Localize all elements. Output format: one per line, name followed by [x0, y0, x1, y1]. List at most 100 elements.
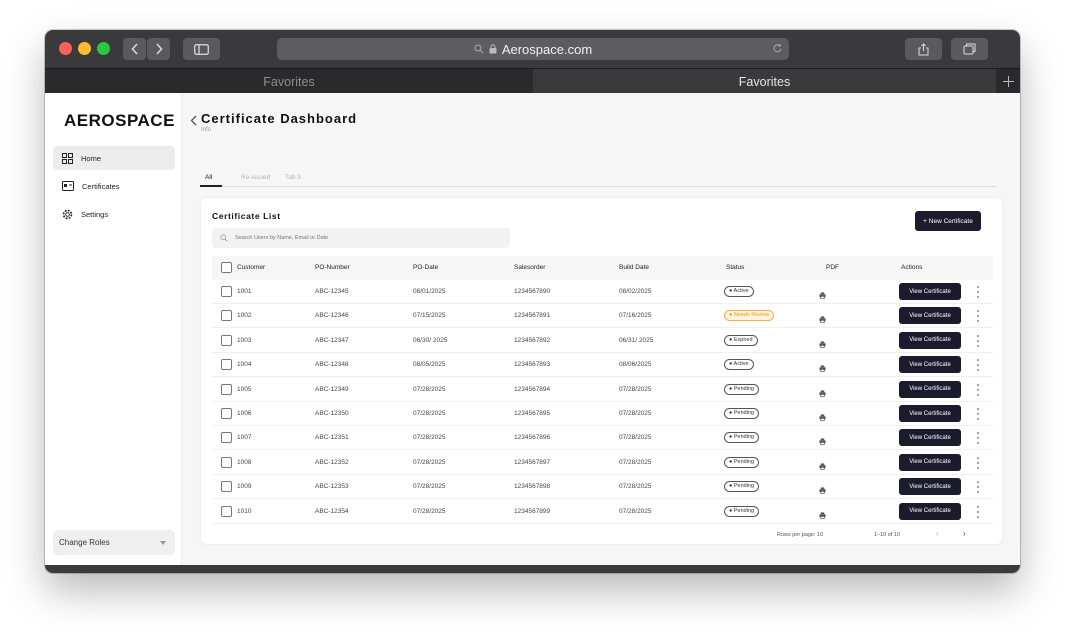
previous-page-button[interactable]: ‹ — [936, 529, 939, 538]
back-chevron-icon[interactable] — [190, 115, 197, 126]
print-pdf-icon[interactable] — [819, 481, 826, 499]
forward-button[interactable] — [147, 38, 170, 60]
tab-overview-button[interactable] — [951, 38, 988, 60]
sidebar-item-settings[interactable]: Settings — [53, 202, 175, 226]
table-row[interactable]: 1008 ABC-12352 07/28/2025 1234567897 07/28/2… — [212, 451, 993, 475]
salesorder-cell: 1234567894 — [514, 385, 551, 393]
view-certificate-button[interactable]: View Certificate — [899, 429, 961, 447]
view-certificate-button[interactable]: View Certificate — [899, 283, 961, 300]
browser-tab-2[interactable]: Favorites — [533, 69, 996, 94]
print-pdf-icon[interactable] — [819, 359, 826, 377]
view-certificate-button[interactable]: View Certificate — [899, 307, 961, 325]
share-icon — [918, 42, 929, 55]
view-certificate-button[interactable]: View Certificate — [899, 405, 961, 422]
view-certificate-button[interactable]: View Certificate — [899, 356, 961, 374]
print-pdf-icon[interactable] — [819, 506, 826, 524]
row-checkbox[interactable] — [221, 334, 232, 346]
row-checkbox[interactable] — [221, 505, 232, 517]
row-checkbox[interactable] — [221, 310, 232, 322]
column-header-customer[interactable]: Customer — [237, 264, 265, 271]
status-badge: ● Pending — [724, 383, 760, 395]
view-certificate-button[interactable]: View Certificate — [899, 478, 961, 496]
chevron-left-icon — [130, 43, 138, 55]
view-certificate-button[interactable]: View Certificate — [899, 331, 961, 349]
row-checkbox[interactable] — [221, 408, 232, 419]
print-pdf-icon[interactable] — [819, 432, 826, 450]
plus-icon — [1002, 76, 1014, 87]
table-row[interactable]: 1003 ABC-12347 06/30/ 2025 1234567892 06/31/… — [212, 329, 993, 353]
print-pdf-icon[interactable] — [819, 408, 826, 426]
print-pdf-icon[interactable] — [819, 310, 826, 328]
view-certificate-button[interactable]: View Certificate — [899, 453, 961, 471]
print-pdf-icon[interactable] — [819, 457, 826, 475]
table-row[interactable]: 1001 ABC-12345 08/01/2025 1234567890 08/02/2… — [212, 280, 993, 304]
column-header-salesorder[interactable]: Salesorder — [514, 264, 545, 271]
column-header-actions[interactable]: Actions — [901, 264, 922, 271]
maximize-window-button[interactable] — [97, 42, 110, 55]
salesorder-cell: 1234567892 — [514, 336, 551, 344]
po-date-cell: 07/28/2025 — [413, 458, 446, 466]
tab-3[interactable]: Tab 3 — [285, 174, 301, 181]
salesorder-cell: 1234567898 — [514, 483, 551, 491]
address-bar[interactable]: Aerospace.com — [277, 38, 789, 60]
sidebar-toggle-button[interactable] — [183, 38, 220, 60]
search-input[interactable]: Search Users by Name, Email or Date — [212, 228, 510, 248]
more-options-icon[interactable] — [976, 333, 980, 349]
table-row[interactable]: 1010 ABC-12354 07/28/2025 1234567899 07/28/2… — [212, 500, 993, 524]
po-date-cell: 07/28/2025 — [413, 507, 446, 515]
minimize-window-button[interactable] — [78, 42, 91, 55]
tab-reissued[interactable]: Re-issued — [241, 174, 270, 181]
more-options-icon[interactable] — [976, 479, 980, 495]
print-pdf-icon[interactable] — [819, 335, 826, 353]
print-pdf-icon[interactable] — [819, 286, 826, 304]
column-header-status[interactable]: Status — [726, 264, 744, 271]
column-header-po-number[interactable]: PO-Number — [315, 264, 350, 271]
tabs-icon — [963, 43, 976, 55]
column-header-po-date[interactable]: PO-Date — [413, 264, 438, 271]
back-button[interactable] — [123, 38, 146, 60]
row-checkbox[interactable] — [221, 383, 232, 395]
row-checkbox[interactable] — [221, 432, 232, 444]
sidebar-item-certificates[interactable]: Certificates — [53, 174, 175, 198]
print-pdf-icon[interactable] — [819, 384, 826, 402]
customer-cell: 1004 — [237, 361, 252, 369]
select-all-checkbox[interactable] — [221, 262, 232, 273]
view-certificate-button[interactable]: View Certificate — [899, 380, 961, 398]
table-row[interactable]: 1007 ABC-12351 07/28/2025 1234567896 07/28/2… — [212, 426, 993, 451]
table-row[interactable]: 1006 ABC-12350 07/28/2025 1234567895 07/28/2… — [212, 402, 993, 426]
row-checkbox[interactable] — [221, 286, 232, 297]
more-options-icon[interactable] — [976, 504, 980, 520]
browser-bottom-bar — [45, 565, 1020, 573]
change-roles-select[interactable]: Change Roles — [53, 530, 175, 555]
more-options-icon[interactable] — [976, 382, 980, 398]
table-row[interactable]: 1005 ABC-12349 07/28/2025 1234567894 07/28/2… — [212, 378, 993, 402]
column-header-build-date[interactable]: Build Date — [619, 264, 649, 271]
new-certificate-button[interactable]: + New Certificate — [915, 211, 981, 231]
customer-cell: 1003 — [237, 336, 252, 344]
row-checkbox[interactable] — [221, 359, 232, 371]
more-options-icon[interactable] — [976, 455, 980, 471]
rows-per-page[interactable]: Rows per page: 10 — [777, 532, 823, 538]
more-options-icon[interactable] — [976, 357, 980, 373]
close-window-button[interactable] — [59, 42, 72, 55]
sidebar-item-home[interactable]: Home — [53, 146, 175, 170]
reload-icon[interactable] — [772, 43, 783, 54]
table-row[interactable]: 1009 ABC-12353 07/28/2025 1234567898 07/28/2… — [212, 475, 993, 500]
column-header-pdf[interactable]: PDF — [826, 264, 839, 271]
tab-all[interactable]: All — [205, 174, 212, 181]
view-certificate-button[interactable]: View Certificate — [899, 502, 961, 520]
next-page-button[interactable]: › — [963, 529, 966, 538]
more-options-icon[interactable] — [976, 284, 980, 300]
search-placeholder: Search Users by Name, Email or Date — [235, 235, 329, 241]
table-row[interactable]: 1004 ABC-12348 08/05/2025 1234567893 08/06/2… — [212, 353, 993, 378]
share-button[interactable] — [905, 38, 942, 60]
more-options-icon[interactable] — [976, 406, 980, 422]
browser-tab-1[interactable]: Favorites — [45, 69, 533, 94]
row-checkbox[interactable] — [221, 456, 232, 468]
new-tab-button[interactable] — [996, 69, 1020, 94]
more-options-icon[interactable] — [976, 308, 980, 324]
browser-tab-bar: Favorites Favorites — [45, 68, 1020, 94]
table-row[interactable]: 1002 ABC-12346 07/15/2025 1234567891 07/16/2… — [212, 304, 993, 329]
row-checkbox[interactable] — [221, 481, 232, 493]
more-options-icon[interactable] — [976, 430, 980, 446]
